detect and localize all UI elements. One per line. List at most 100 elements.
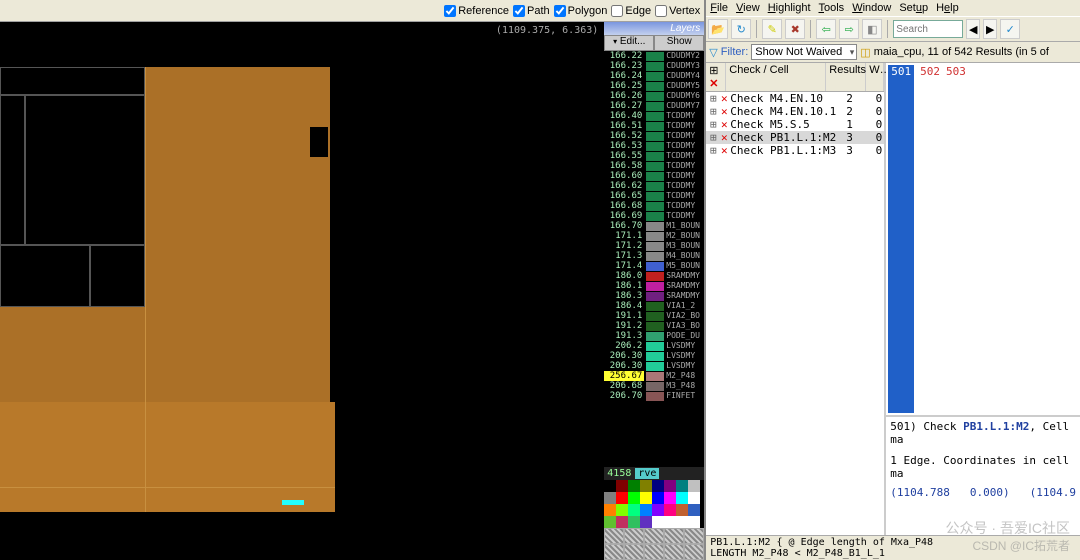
nav-prev-icon[interactable]: ◀ (966, 19, 980, 39)
erase-icon[interactable]: ✖ (785, 19, 805, 39)
layer-row[interactable]: 171.2M3_BOUN (604, 241, 704, 251)
menu-help[interactable]: Help (936, 2, 959, 14)
palette-swatch[interactable] (604, 492, 616, 504)
opt-path[interactable]: Path (513, 5, 550, 17)
palette-swatch[interactable] (688, 480, 700, 492)
menu-window[interactable]: Window (852, 2, 891, 14)
palette-swatch[interactable] (676, 504, 688, 516)
arrow-prev-icon[interactable]: ⇦ (816, 19, 836, 39)
layer-row[interactable]: 166.27CDUDMY7 (604, 101, 704, 111)
result-item[interactable]: 502 (920, 65, 940, 413)
layers-tab-edit[interactable]: ▾ Edit... (604, 35, 654, 51)
layer-row[interactable]: 166.70M1_BOUN (604, 221, 704, 231)
palette-swatch[interactable] (604, 504, 616, 516)
palette-swatch[interactable] (628, 480, 640, 492)
layer-row[interactable]: 206.68M3_P48 (604, 381, 704, 391)
search-input[interactable] (893, 20, 963, 38)
palette-swatch[interactable] (664, 492, 676, 504)
layer-row[interactable]: 171.3M4_BOUN (604, 251, 704, 261)
palette-swatch[interactable] (628, 492, 640, 504)
layer-row[interactable]: 171.4M5_BOUN (604, 261, 704, 271)
layer-row[interactable]: 166.60TCDDMY (604, 171, 704, 181)
palette-swatch[interactable] (604, 480, 616, 492)
layer-row[interactable]: 256.67M2_P48 (604, 371, 704, 381)
result-item-selected[interactable]: 501 (888, 65, 914, 413)
opt-reference[interactable]: Reference (444, 5, 509, 17)
palette-swatch[interactable] (628, 504, 640, 516)
palette-swatch[interactable] (604, 516, 616, 528)
menu-view[interactable]: View (736, 2, 760, 14)
layer-row[interactable]: 166.22CDUDMY2 (604, 51, 704, 61)
layer-row[interactable]: 166.53TCDDMY (604, 141, 704, 151)
layer-row[interactable]: 206.30LVSDMY (604, 351, 704, 361)
layer-row[interactable]: 171.1M2_BOUN (604, 231, 704, 241)
layer-row[interactable]: 186.0SRAMDMY (604, 271, 704, 281)
palette-swatch[interactable] (688, 516, 700, 528)
hatch-palette[interactable] (604, 528, 704, 560)
layer-row[interactable]: 191.1VIA2_BO (604, 311, 704, 321)
layer-row[interactable]: 166.25CDUDMY5 (604, 81, 704, 91)
results-list[interactable]: 501 502 503 (886, 63, 1080, 415)
check-row[interactable]: ⊞✕Check M4.EN.1020 (706, 92, 884, 105)
layer-row[interactable]: 186.4VIA1_2 (604, 301, 704, 311)
palette-swatch[interactable] (640, 480, 652, 492)
palette-swatch[interactable] (616, 492, 628, 504)
layer-row[interactable]: 166.23CDUDMY3 (604, 61, 704, 71)
layer-row[interactable]: 186.3SRAMDMY (604, 291, 704, 301)
layer-row[interactable]: 166.69TCDDMY (604, 211, 704, 221)
nav-next-icon[interactable]: ▶ (983, 19, 997, 39)
palette-swatch[interactable] (628, 516, 640, 528)
layers-tab-show[interactable]: Show (654, 35, 704, 51)
palette-swatch[interactable] (688, 492, 700, 504)
palette-swatch[interactable] (616, 504, 628, 516)
layer-row[interactable]: 191.3PODE_DU (604, 331, 704, 341)
color-palette[interactable] (604, 480, 704, 528)
arrow-next-icon[interactable]: ⇨ (839, 19, 859, 39)
menu-setup[interactable]: Setup (899, 2, 928, 14)
filter-combo[interactable]: Show Not Waived (751, 44, 857, 60)
layer-row[interactable]: 191.2VIA3_BO (604, 321, 704, 331)
layer-row[interactable]: 166.24CDUDMY4 (604, 71, 704, 81)
palette-swatch[interactable] (652, 492, 664, 504)
layer-row[interactable]: 166.55TCDDMY (604, 151, 704, 161)
layer-row[interactable]: 166.26CDUDMY6 (604, 91, 704, 101)
palette-swatch[interactable] (652, 504, 664, 516)
result-item[interactable]: 503 (946, 65, 966, 413)
check-row[interactable]: ⊞✕Check PB1.L.1:M230 (706, 131, 884, 144)
palette-swatch[interactable] (616, 516, 628, 528)
palette-swatch[interactable] (664, 504, 676, 516)
check-row[interactable]: ⊞✕Check M5.S.510 (706, 118, 884, 131)
layer-row[interactable]: 206.2LVSDMY (604, 341, 704, 351)
palette-swatch[interactable] (616, 480, 628, 492)
layer-row[interactable]: 166.68TCDDMY (604, 201, 704, 211)
layer-row[interactable]: 166.51TCDDMY (604, 121, 704, 131)
palette-swatch[interactable] (652, 516, 664, 528)
menu-highlight[interactable]: Highlight (768, 2, 811, 14)
layer-row[interactable]: 166.52TCDDMY (604, 131, 704, 141)
refresh-icon[interactable]: ↻ (731, 19, 751, 39)
layer-row[interactable]: 166.65TCDDMY (604, 191, 704, 201)
palette-swatch[interactable] (640, 492, 652, 504)
layers-list[interactable]: 166.22CDUDMY2166.23CDUDMY3166.24CDUDMY41… (604, 51, 704, 467)
palette-swatch[interactable] (676, 492, 688, 504)
layer-row[interactable]: 186.1SRAMDMY (604, 281, 704, 291)
layer-row[interactable]: 166.58TCDDMY (604, 161, 704, 171)
palette-swatch[interactable] (688, 504, 700, 516)
col-waived[interactable]: W… (866, 63, 884, 91)
layer-row[interactable]: 206.30LVSDMY (604, 361, 704, 371)
palette-swatch[interactable] (640, 516, 652, 528)
check-row[interactable]: ⊞✕Check M4.EN.10.120 (706, 105, 884, 118)
unhilite-icon[interactable]: ◧ (862, 19, 882, 39)
opt-edge[interactable]: Edge (611, 5, 651, 17)
highlight-icon[interactable]: ✎ (762, 19, 782, 39)
palette-swatch[interactable] (676, 480, 688, 492)
palette-swatch[interactable] (640, 504, 652, 516)
opt-vertex[interactable]: Vertex (655, 5, 700, 17)
layer-row[interactable]: 166.40TCDDMY (604, 111, 704, 121)
check-tree[interactable]: ⊞✕Check M4.EN.1020⊞✕Check M4.EN.10.120⊞✕… (706, 92, 884, 157)
layer-row[interactable]: 166.62TCDDMY (604, 181, 704, 191)
menu-file[interactable]: File (710, 2, 728, 14)
palette-swatch[interactable] (664, 480, 676, 492)
palette-swatch[interactable] (664, 516, 676, 528)
check-row[interactable]: ⊞✕Check PB1.L.1:M330 (706, 144, 884, 157)
